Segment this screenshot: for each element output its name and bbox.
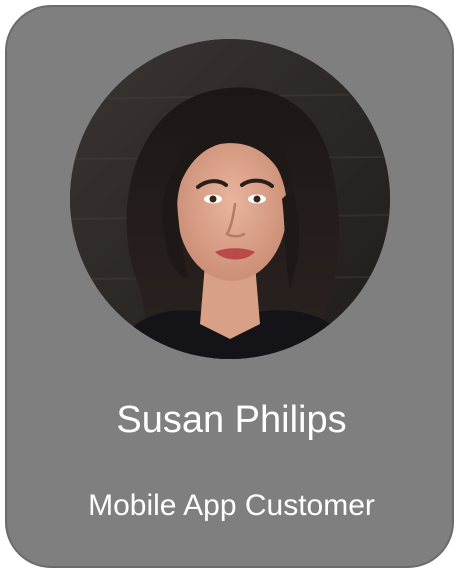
profile-name: Susan Philips <box>116 399 347 441</box>
profile-card: Susan Philips Mobile App Customer <box>5 5 454 568</box>
profile-role: Mobile App Customer <box>88 489 375 522</box>
profile-photo <box>70 39 390 359</box>
portrait-image <box>70 39 390 359</box>
